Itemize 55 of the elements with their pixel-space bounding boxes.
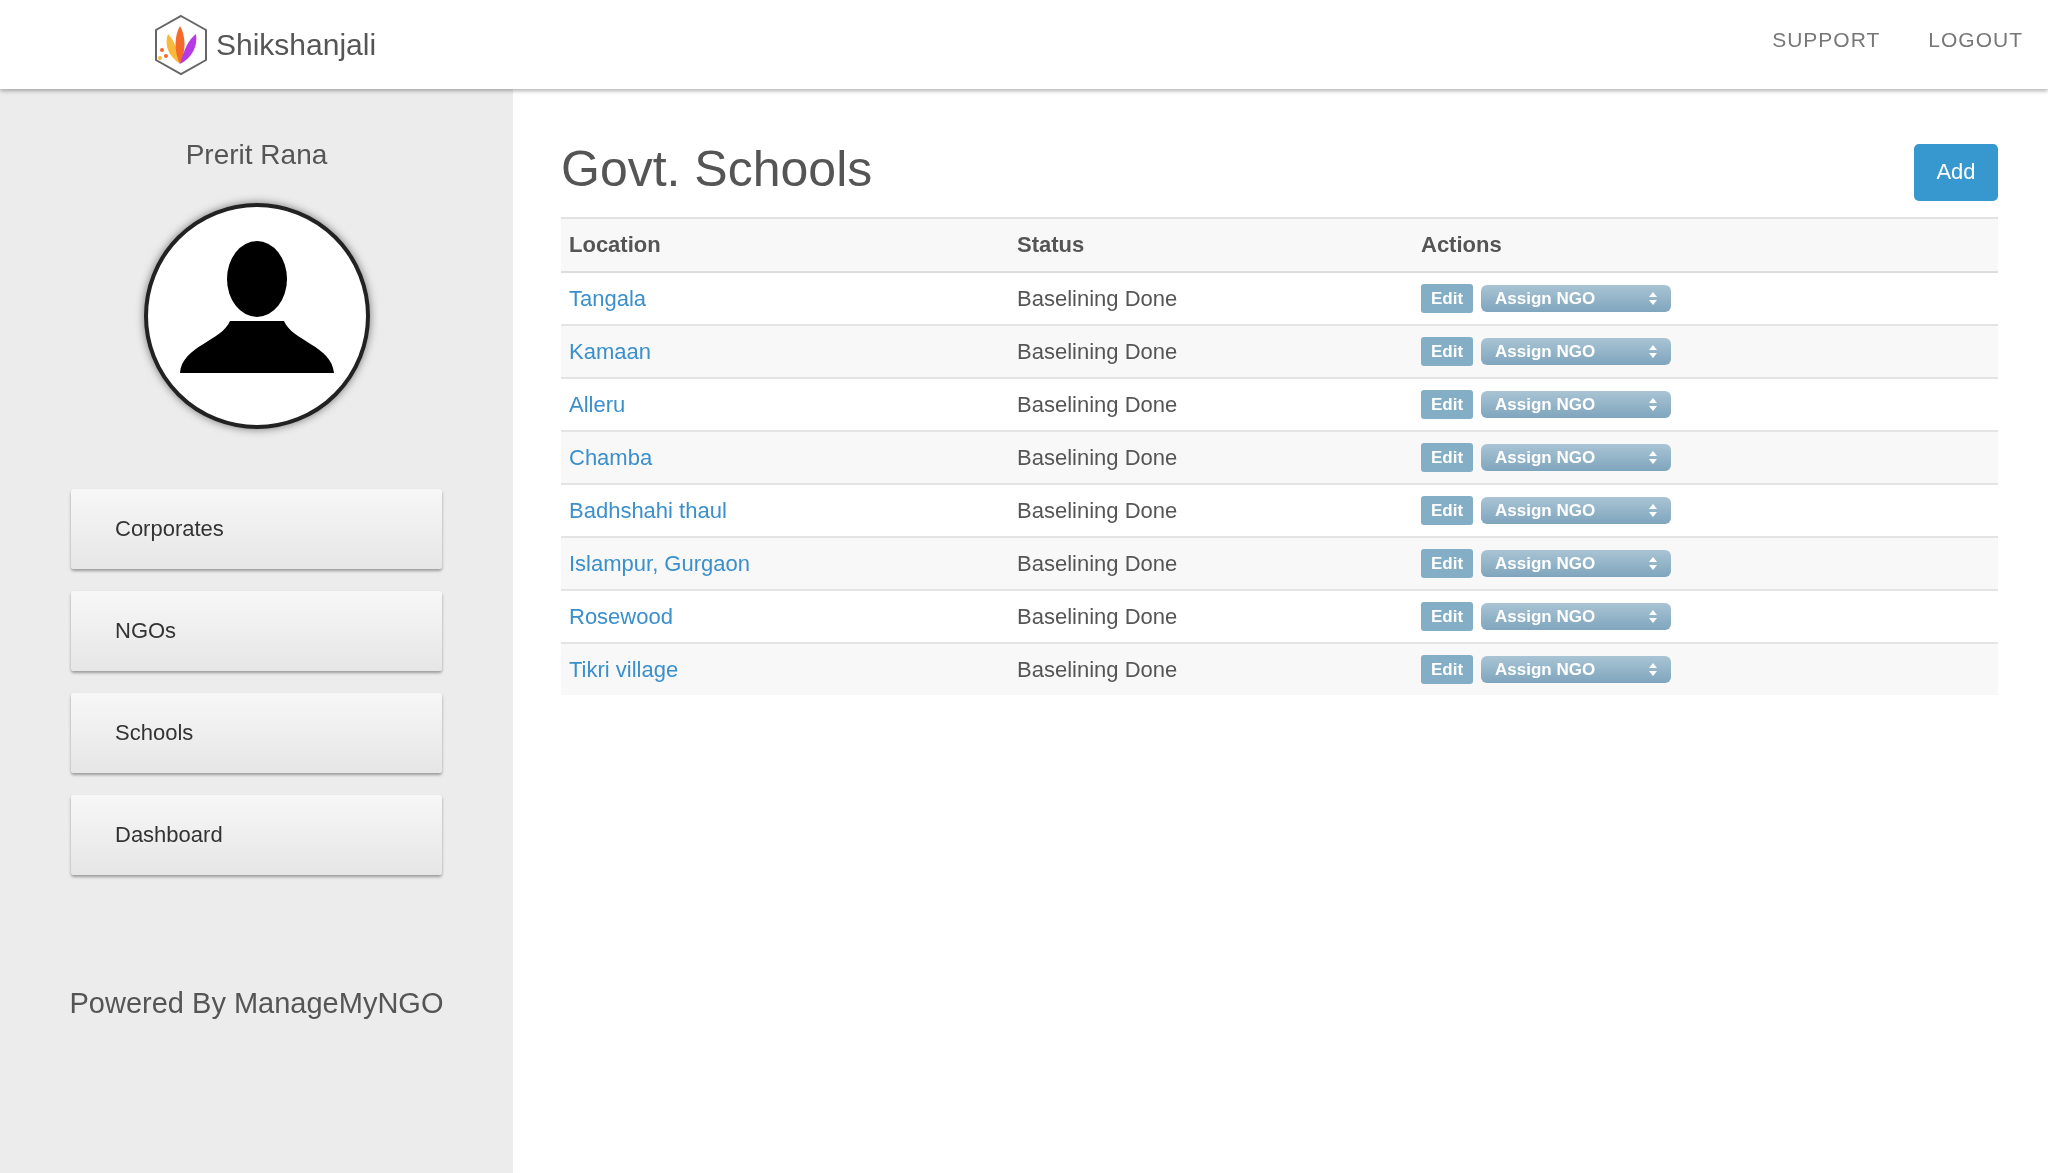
page-title: Govt. Schools [561,140,873,198]
up-down-arrows-icon [1649,292,1657,305]
sidebar-menu-button[interactable]: Schools [71,693,442,773]
brand-name: Shikshanjali [216,27,377,62]
edit-button[interactable]: Edit [1421,549,1473,578]
column-header: Status [1017,232,1085,257]
edit-button[interactable]: Edit [1421,337,1473,366]
up-down-arrows-icon [1649,345,1657,358]
status-text: Baselining Done [1017,550,1178,576]
edit-button[interactable]: Edit [1421,390,1473,419]
edit-button[interactable]: Edit [1421,655,1473,684]
assign-ngo-dropdown[interactable]: Assign NGO [1481,550,1671,577]
up-down-arrows-icon [1649,504,1657,517]
up-down-arrows-icon [1649,557,1657,570]
sidebar-menu-button[interactable]: Dashboard [71,795,442,875]
nav-link[interactable]: LOGOUT [1928,27,2023,52]
location-link[interactable]: Alleru [569,391,626,417]
sidebar-menu-button[interactable]: Corporates [71,489,442,569]
assign-ngo-dropdown[interactable]: Assign NGO [1481,444,1671,471]
edit-button[interactable]: Edit [1421,284,1473,313]
avatar-silhouette-icon [141,201,372,431]
status-text: Baselining Done [1017,444,1178,470]
status-text: Baselining Done [1017,603,1178,629]
nav-link[interactable]: SUPPORT [1772,27,1881,52]
assign-ngo-dropdown[interactable]: Assign NGO [1481,656,1671,683]
column-header: Actions [1421,232,1502,257]
up-down-arrows-icon [1649,398,1657,411]
column-header: Location [569,232,661,257]
location-link[interactable]: Kamaan [569,338,651,364]
assign-ngo-dropdown[interactable]: Assign NGO [1481,285,1671,312]
up-down-arrows-icon [1649,610,1657,623]
edit-button[interactable]: Edit [1421,496,1473,525]
add-button[interactable]: Add [1914,143,1998,201]
location-link[interactable]: Chamba [569,444,653,470]
status-text: Baselining Done [1017,497,1178,523]
assign-ngo-dropdown[interactable]: Assign NGO [1481,497,1671,524]
status-text: Baselining Done [1017,391,1178,417]
up-down-arrows-icon [1649,663,1657,676]
location-link[interactable]: Badhshahi thaul [569,497,727,523]
location-link[interactable]: Tikri village [569,656,679,682]
status-text: Baselining Done [1017,285,1178,311]
edit-button[interactable]: Edit [1421,443,1473,472]
location-link[interactable]: Islampur, Gurgaon [569,550,750,576]
edit-button[interactable]: Edit [1421,602,1473,631]
up-down-arrows-icon [1649,451,1657,464]
assign-ngo-dropdown[interactable]: Assign NGO [1481,391,1671,418]
sidebar-menu-button[interactable]: NGOs [71,591,442,671]
user-name: Prerit Rana [185,139,328,171]
powered-by-text: Powered By ManageMyNGO [69,987,444,1020]
location-link[interactable]: Rosewood [569,603,673,629]
status-text: Baselining Done [1017,656,1178,682]
status-text: Baselining Done [1017,338,1178,364]
assign-ngo-dropdown[interactable]: Assign NGO [1481,338,1671,365]
assign-ngo-dropdown[interactable]: Assign NGO [1481,603,1671,630]
location-link[interactable]: Tangala [569,285,647,311]
